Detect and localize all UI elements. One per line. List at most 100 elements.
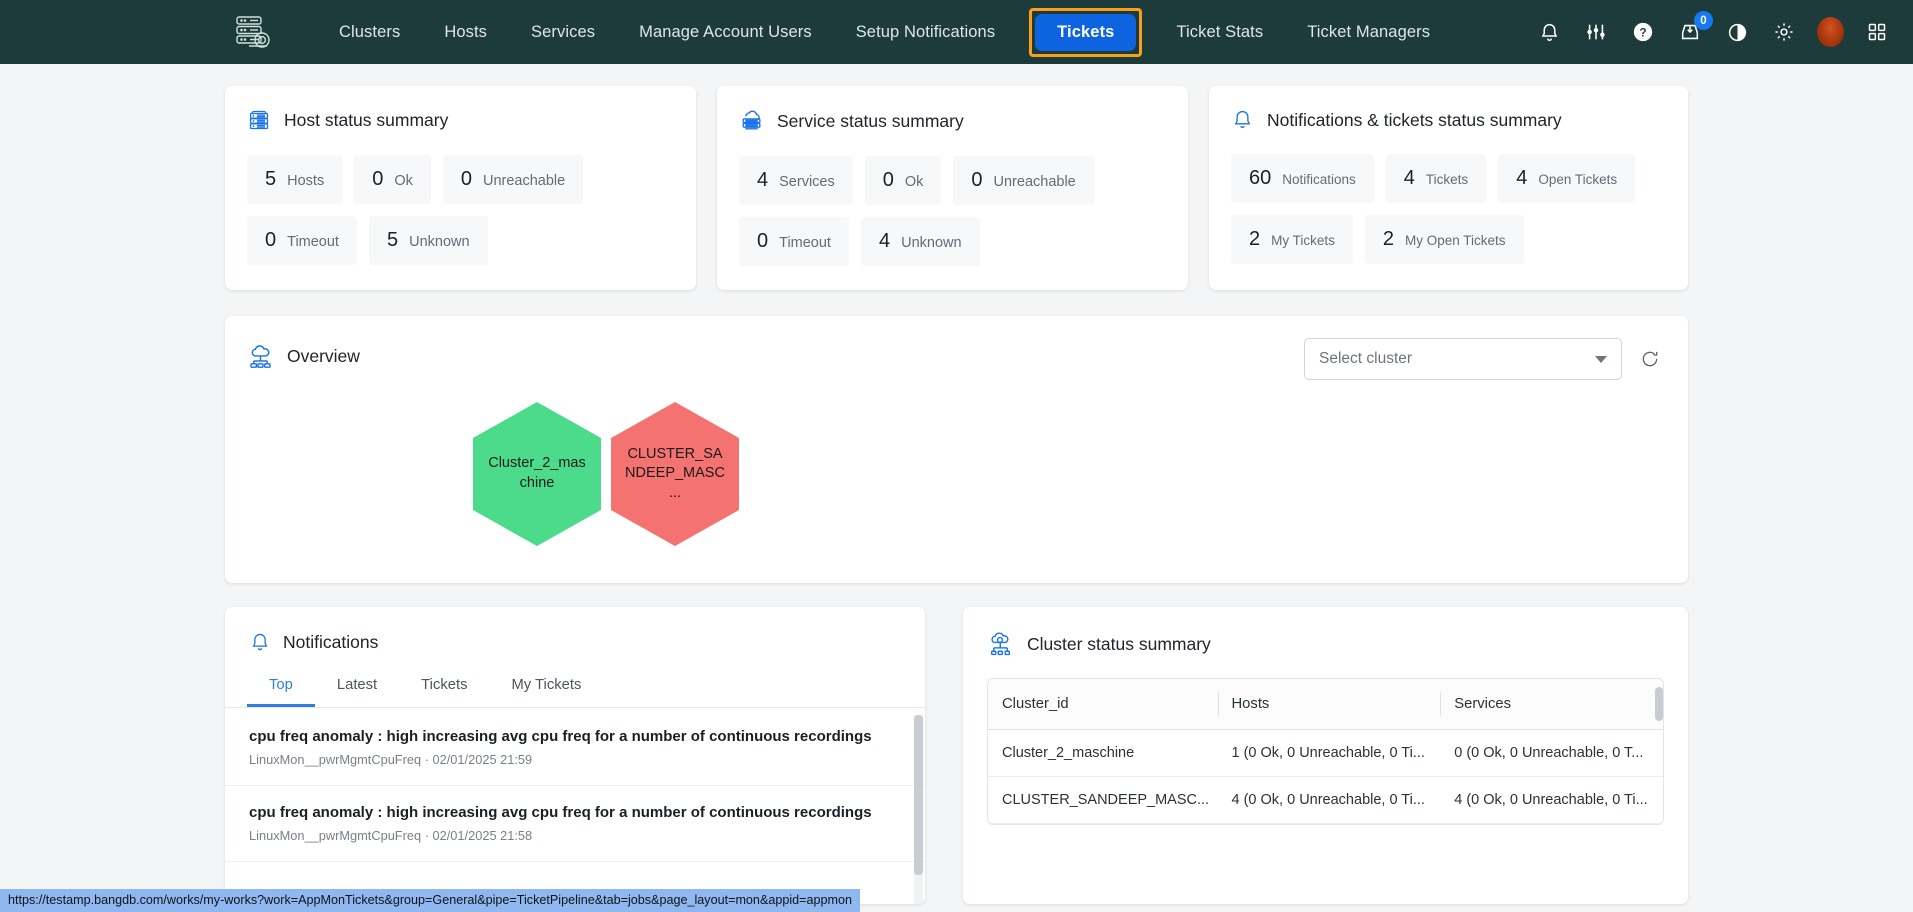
host-card-header: Host status summary	[225, 86, 696, 137]
nav-item-ticket-managers[interactable]: Ticket Managers	[1285, 15, 1452, 50]
status-bar-url: https://testamp.bangdb.com/works/my-work…	[0, 889, 861, 912]
cluster-hexagon[interactable]: CLUSTER_SANDEEP_MASC ...	[611, 402, 739, 546]
stat-value: 0	[757, 230, 769, 252]
stat-tickets[interactable]: 4 Tickets	[1385, 154, 1487, 203]
stat-label: Unreachable	[482, 173, 566, 189]
notif-card-title: Notifications & tickets status summary	[1267, 109, 1562, 130]
stat-hosts[interactable]: 5 Hosts	[247, 155, 343, 204]
stat-label: My Open Tickets	[1405, 233, 1506, 248]
stat-my-tickets[interactable]: 2 My Tickets	[1231, 215, 1353, 264]
table-scrollbar-thumb[interactable]	[1655, 687, 1663, 721]
stat-my-open-tickets[interactable]: 2 My Open Tickets	[1364, 215, 1524, 264]
gear-icon[interactable]	[1770, 18, 1798, 46]
cluster-hexagon[interactable]: Cluster_2_maschine	[473, 402, 601, 546]
notifications-list: cpu freq anomaly : high increasing avg c…	[225, 708, 925, 862]
scrollbar-thumb[interactable]	[914, 715, 923, 875]
nav-item-clusters[interactable]: Clusters	[317, 15, 422, 50]
notifications-title: Notifications	[283, 632, 379, 652]
notif-stats: 60 Notifications 4 Tickets 4 Open Ticket…	[1209, 136, 1688, 288]
column-header-hosts[interactable]: Hosts	[1217, 679, 1441, 730]
tab-tickets[interactable]: Tickets	[399, 668, 489, 707]
stat-label: Hosts	[287, 173, 325, 189]
notifications-panel: Notifications Top Latest Tickets My Tick…	[225, 607, 925, 904]
cell-cluster-id: CLUSTER_SANDEEP_MASC...	[988, 776, 1218, 824]
stat-unknown[interactable]: 5 Unknown	[368, 216, 488, 265]
page-content: Host status summary 5 Hosts 0 Ok 0 Unrea…	[0, 64, 1913, 904]
stat-services[interactable]: 4 Services	[739, 156, 853, 205]
dark-mode-icon[interactable]	[1723, 18, 1751, 46]
notification-separator: ·	[424, 828, 429, 843]
cell-hosts: 4 (0 Ok, 0 Unreachable, 0 Ti...	[1217, 776, 1441, 824]
stat-value: 4	[1516, 167, 1528, 189]
stat-unknown[interactable]: 4 Unknown	[860, 217, 980, 266]
nav-item-setup-notifications[interactable]: Setup Notifications	[834, 15, 1017, 50]
stat-label: Ok	[394, 173, 413, 189]
avatar[interactable]	[1817, 17, 1844, 47]
list-item[interactable]: cpu freq anomaly : high increasing avg c…	[225, 786, 925, 862]
stat-value: 0	[265, 229, 277, 251]
nav-item-manage-account-users[interactable]: Manage Account Users	[617, 15, 834, 50]
overview-panel: Overview Select cluster Cluster_2_maschi…	[225, 316, 1688, 583]
service-card-title: Service status summary	[777, 110, 964, 131]
tab-my-tickets[interactable]: My Tickets	[489, 668, 603, 707]
stat-unreachable[interactable]: 0 Unreachable	[442, 155, 584, 204]
nav-item-tickets-wrapper: Tickets	[1029, 7, 1143, 57]
table-row[interactable]: CLUSTER_SANDEEP_MASC... 4 (0 Ok, 0 Unrea…	[988, 776, 1663, 824]
summary-cards-row: Host status summary 5 Hosts 0 Ok 0 Unrea…	[0, 86, 1913, 290]
app-logo[interactable]	[215, 13, 293, 51]
stat-label: Notifications	[1282, 172, 1356, 187]
stat-notifications[interactable]: 60 Notifications	[1231, 154, 1374, 203]
table-row[interactable]: Cluster_2_maschine 1 (0 Ok, 0 Unreachabl…	[988, 729, 1663, 777]
stat-label: Services	[779, 174, 835, 190]
apps-grid-icon[interactable]	[1863, 18, 1891, 46]
sliders-icon[interactable]	[1582, 18, 1610, 46]
nav-item-services[interactable]: Services	[509, 15, 617, 50]
stat-timeout[interactable]: 0 Timeout	[739, 217, 849, 266]
notifications-scrollbar[interactable]	[914, 715, 923, 904]
stat-timeout[interactable]: 0 Timeout	[247, 216, 357, 265]
service-card-header: Service status summary	[717, 86, 1188, 138]
cluster-summary-header: Cluster status summary	[963, 607, 1688, 658]
top-navbar: Clusters Hosts Services Manage Account U…	[0, 0, 1913, 64]
stat-label: My Tickets	[1271, 233, 1335, 248]
notifications-tickets-summary-card: Notifications & tickets status summary 6…	[1209, 86, 1688, 290]
stat-value: 0	[372, 168, 384, 190]
table-header-row: Cluster_id Hosts Services	[988, 679, 1663, 730]
stat-value: 4	[878, 230, 891, 252]
nav-links: Clusters Hosts Services Manage Account U…	[317, 7, 1452, 57]
inbox-download-icon[interactable]: 0	[1676, 11, 1713, 46]
stat-value: 2	[1249, 228, 1261, 250]
cluster-summary-title: Cluster status summary	[1027, 634, 1211, 654]
nav-icon-group: ? 0	[1535, 11, 1891, 47]
server-rack-icon	[249, 110, 269, 130]
bell-icon	[1234, 110, 1251, 128]
cloud-server-icon	[742, 110, 761, 130]
stat-open-tickets[interactable]: 4 Open Tickets	[1498, 154, 1636, 203]
stat-label: Timeout	[779, 235, 831, 251]
stat-value: 60	[1249, 167, 1272, 189]
overview-title: Overview	[287, 346, 360, 366]
notifications-tabs: Top Latest Tickets My Tickets	[225, 654, 925, 708]
chevron-down-icon	[1595, 355, 1607, 363]
overview-controls: Select cluster	[1304, 338, 1662, 380]
list-item[interactable]: cpu freq anomaly : high increasing avg c…	[225, 710, 925, 786]
stat-ok[interactable]: 0 Ok	[864, 156, 942, 205]
refresh-icon[interactable]	[1638, 347, 1662, 371]
notification-source: LinuxMon__pwrMgmtCpuFreq	[249, 828, 422, 843]
help-icon[interactable]: ?	[1629, 18, 1657, 46]
cluster-status-summary-panel: Cluster status summary Cluster_id Hosts …	[963, 607, 1688, 904]
nav-item-tickets[interactable]: Tickets	[1035, 13, 1137, 51]
notification-time: 02/01/2025 21:59	[432, 752, 533, 767]
stat-label: Unknown	[901, 235, 962, 251]
tab-latest[interactable]: Latest	[315, 668, 399, 707]
tab-top[interactable]: Top	[247, 668, 315, 707]
cell-services: 4 (0 Ok, 0 Unreachable, 0 Ti...	[1440, 776, 1663, 824]
stat-ok[interactable]: 0 Ok	[354, 155, 431, 204]
stat-unreachable[interactable]: 0 Unreachable	[953, 156, 1094, 205]
nav-item-hosts[interactable]: Hosts	[422, 15, 509, 50]
column-header-cluster-id[interactable]: Cluster_id	[988, 679, 1218, 730]
column-header-services[interactable]: Services	[1440, 679, 1663, 730]
select-cluster-dropdown[interactable]: Select cluster	[1304, 338, 1622, 380]
bell-icon[interactable]	[1535, 18, 1563, 46]
nav-item-ticket-stats[interactable]: Ticket Stats	[1154, 15, 1285, 50]
